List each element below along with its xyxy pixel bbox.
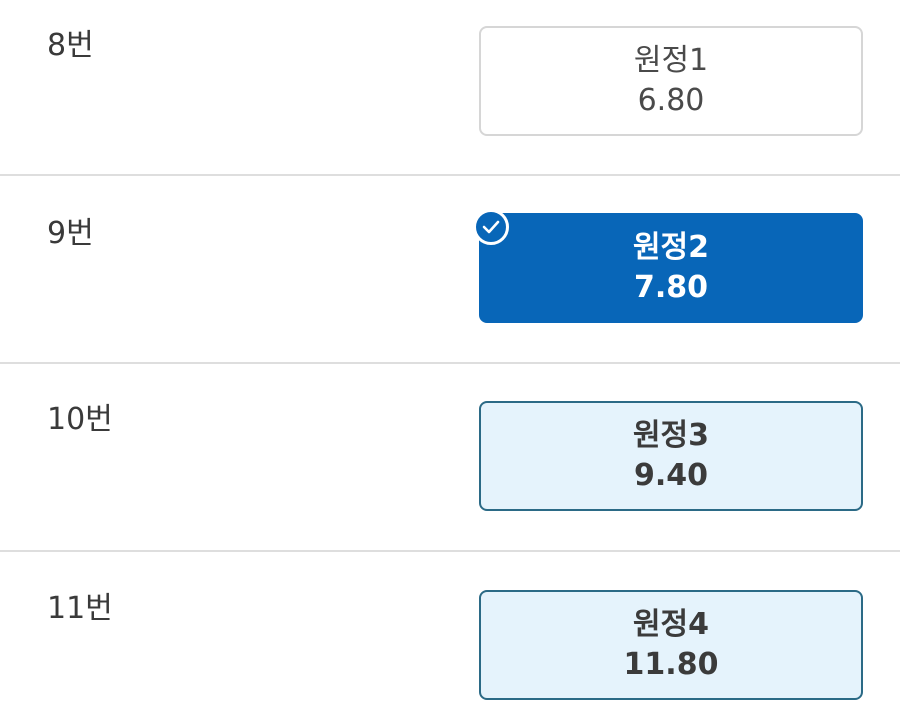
option-name: 원정1 bbox=[633, 43, 709, 78]
bet-row: 8번 원정1 6.80 bbox=[0, 0, 900, 175]
odds-button-away4[interactable]: 원정4 11.80 bbox=[479, 590, 863, 700]
odds-button-away3[interactable]: 원정3 9.40 bbox=[479, 401, 863, 511]
row-number-label: 11번 bbox=[47, 591, 113, 626]
row-number-label: 10번 bbox=[47, 402, 113, 437]
option-odds: 11.80 bbox=[623, 647, 719, 682]
odds-button-away2[interactable]: 원정2 7.80 bbox=[473, 209, 863, 323]
option-name: 원정2 bbox=[632, 230, 710, 265]
odds-button-away1[interactable]: 원정1 6.80 bbox=[479, 26, 863, 136]
option-odds: 6.80 bbox=[637, 83, 705, 118]
bet-row: 10번 원정3 9.40 bbox=[0, 363, 900, 551]
option-name: 원정4 bbox=[632, 607, 710, 642]
bet-row: 11번 원정4 11.80 bbox=[0, 551, 900, 728]
row-number-label: 8번 bbox=[47, 28, 94, 63]
option-odds: 7.80 bbox=[633, 270, 709, 305]
row-number-label: 9번 bbox=[47, 216, 94, 251]
option-name: 원정3 bbox=[632, 418, 710, 453]
option-odds: 9.40 bbox=[633, 458, 709, 493]
bet-row: 9번 원정2 7.80 bbox=[0, 175, 900, 363]
bet-option-list: 8번 원정1 6.80 9번 원정2 7.80 10번 원정3 9.40 11번 bbox=[0, 0, 900, 728]
check-circle-icon bbox=[473, 209, 509, 245]
